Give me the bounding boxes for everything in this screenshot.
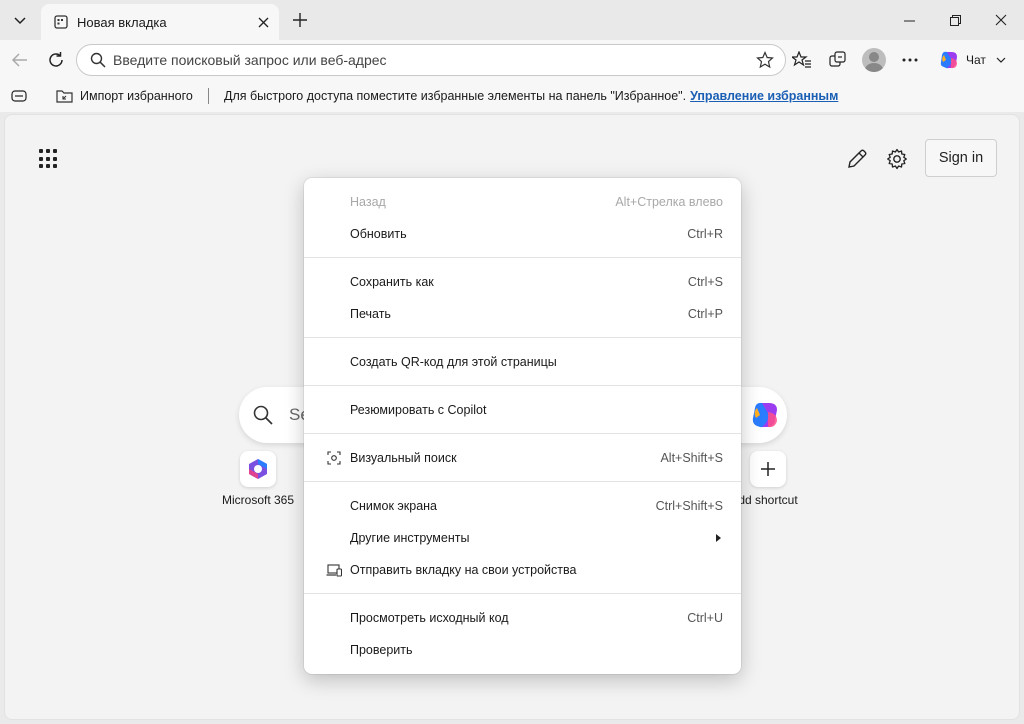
menu-item-label: Сохранить как xyxy=(350,275,434,289)
chevron-down-icon xyxy=(14,17,26,25)
shortcut-label: dd shortcut xyxy=(738,493,798,507)
menu-item-label: Резюмировать с Copilot xyxy=(350,403,487,417)
menu-item-shortcut: Ctrl+P xyxy=(687,307,723,321)
folder-import-icon xyxy=(56,89,74,103)
menu-item-save-as[interactable]: Сохранить как Ctrl+S xyxy=(304,266,741,298)
close-icon xyxy=(995,14,1007,26)
minimize-button[interactable] xyxy=(886,0,932,40)
favorites-hint: Для быстрого доступа поместите избранные… xyxy=(224,89,838,103)
menu-separator xyxy=(304,481,741,482)
menu-item-send-tab[interactable]: Отправить вкладку на свои устройства xyxy=(304,554,741,586)
menu-item-shortcut: Ctrl+Shift+S xyxy=(655,499,723,513)
favorites-divider xyxy=(208,88,209,104)
refresh-icon xyxy=(49,52,63,67)
edit-page-button[interactable] xyxy=(843,145,871,173)
menu-item-label: Печать xyxy=(350,307,391,321)
favorites-button[interactable] xyxy=(786,44,818,76)
more-dots-icon xyxy=(902,58,918,62)
menu-item-label: Отправить вкладку на свои устройства xyxy=(350,563,577,577)
menu-item-shortcut: Ctrl+R xyxy=(687,227,723,241)
copilot-icon xyxy=(940,51,957,69)
manage-favorites-link[interactable]: Управление избранным xyxy=(690,89,838,103)
menu-item-label: Визуальный поиск xyxy=(350,451,457,465)
tab-title: Новая вкладка xyxy=(77,14,167,30)
add-favorite-button[interactable] xyxy=(749,46,781,74)
menu-item-shortcut: Ctrl+U xyxy=(687,611,723,625)
menu-item-print[interactable]: Печать Ctrl+P xyxy=(304,298,741,330)
favorites-hint-text: Для быстрого доступа поместите избранные… xyxy=(224,89,687,103)
visual-search-icon xyxy=(326,450,342,466)
menu-item-label: Другие инструменты xyxy=(350,531,470,545)
search-icon xyxy=(253,405,275,425)
context-menu: Назад Alt+Стрелка влево Обновить Ctrl+R … xyxy=(304,178,741,674)
menu-separator xyxy=(304,385,741,386)
chevron-down-icon xyxy=(996,57,1006,63)
menu-separator xyxy=(304,433,741,434)
menu-item-inspect[interactable]: Проверить xyxy=(304,634,741,666)
gear-icon xyxy=(887,148,907,170)
star-icon xyxy=(756,51,774,69)
shortcut-microsoft-365[interactable]: Microsoft 365 xyxy=(213,451,303,507)
menu-item-label: Просмотреть исходный код xyxy=(350,611,509,625)
menu-item-summarize-copilot[interactable]: Резюмировать с Copilot xyxy=(304,394,741,426)
address-bar[interactable] xyxy=(76,44,786,76)
menu-item-more-tools[interactable]: Другие инструменты xyxy=(304,522,741,554)
menu-item-shortcut: Alt+Shift+S xyxy=(660,451,723,465)
back-button[interactable] xyxy=(4,44,36,76)
menu-item-back[interactable]: Назад Alt+Стрелка влево xyxy=(304,186,741,218)
menu-item-label: Снимок экрана xyxy=(350,499,438,513)
close-window-button[interactable] xyxy=(978,0,1024,40)
menu-item-label: Назад xyxy=(350,195,386,209)
new-tab-button[interactable] xyxy=(285,4,315,36)
new-tab-page-icon xyxy=(53,14,69,30)
plus-icon xyxy=(750,451,786,487)
import-favorites-button[interactable]: Импорт избранного xyxy=(52,84,197,108)
copilot-chat-button[interactable]: Чат xyxy=(932,44,1020,76)
profile-avatar[interactable] xyxy=(862,48,886,72)
tab-new-tab[interactable]: Новая вкладка xyxy=(41,4,279,40)
menu-item-refresh[interactable]: Обновить Ctrl+R xyxy=(304,218,741,250)
minimize-icon xyxy=(903,20,915,21)
sign-in-button[interactable]: Sign in xyxy=(925,139,997,177)
close-icon xyxy=(258,17,268,27)
collections-button[interactable] xyxy=(822,44,854,76)
menu-item-qr-code[interactable]: Создать QR-код для этой страницы xyxy=(304,346,741,378)
menu-item-view-source[interactable]: Просмотреть исходный код Ctrl+U xyxy=(304,602,741,634)
plus-icon xyxy=(293,13,307,27)
menu-separator xyxy=(304,593,741,594)
menu-item-screenshot[interactable]: Снимок экрана Ctrl+Shift+S xyxy=(304,490,741,522)
menu-separator xyxy=(304,257,741,258)
reading-view-icon[interactable] xyxy=(10,88,28,104)
search-icon xyxy=(83,52,113,68)
menu-item-label: Обновить xyxy=(350,227,407,241)
menu-item-shortcut: Ctrl+S xyxy=(687,275,723,289)
restore-button[interactable] xyxy=(932,0,978,40)
copilot-icon[interactable] xyxy=(749,399,781,431)
page-settings-button[interactable] xyxy=(883,145,911,173)
favorites-bar: Импорт избранного Для быстрого доступа п… xyxy=(0,80,1024,112)
address-input[interactable] xyxy=(113,52,749,68)
menu-separator xyxy=(304,337,741,338)
chevron-right-icon xyxy=(716,534,721,542)
arrow-left-icon xyxy=(11,53,27,67)
tab-close-button[interactable] xyxy=(249,8,277,36)
app-launcher-icon[interactable] xyxy=(37,147,61,171)
restore-icon xyxy=(949,14,961,26)
favorites-list-icon xyxy=(792,51,811,68)
menu-item-label: Создать QR-код для этой страницы xyxy=(350,355,557,369)
more-button[interactable] xyxy=(894,44,926,76)
import-favorites-label: Импорт избранного xyxy=(80,89,193,103)
menu-item-label: Проверить xyxy=(350,643,413,657)
refresh-button[interactable] xyxy=(40,44,72,76)
tab-strip: Новая вкладка xyxy=(0,0,1024,40)
pencil-icon xyxy=(848,149,867,168)
menu-item-shortcut: Alt+Стрелка влево xyxy=(615,195,723,209)
chat-label: Чат xyxy=(966,53,986,67)
menu-item-visual-search[interactable]: Визуальный поиск Alt+Shift+S xyxy=(304,442,741,474)
microsoft-365-icon xyxy=(240,451,276,487)
tab-list-button[interactable] xyxy=(4,4,36,36)
devices-icon xyxy=(326,562,342,578)
shortcut-label: Microsoft 365 xyxy=(221,493,295,507)
collections-icon xyxy=(829,51,846,67)
